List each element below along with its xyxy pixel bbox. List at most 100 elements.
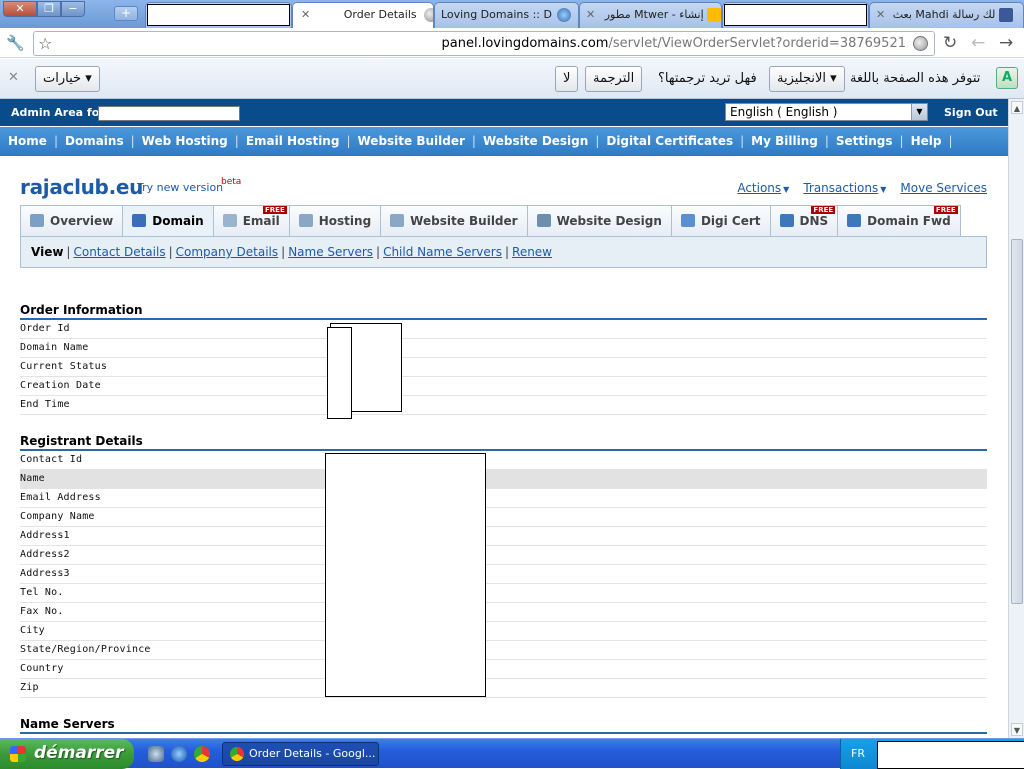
source-language-select[interactable]: الانجليزية ▾ <box>769 66 845 92</box>
redacted-area <box>98 106 240 121</box>
main-nav-items: Home | Domains | Web Hosting | Email Hosting | W… <box>8 134 960 148</box>
translate-options-button[interactable]: خيارات ▾ <box>35 66 100 92</box>
browser-tab-loving-domains[interactable]: Loving Domains :: D <box>434 2 579 28</box>
tab-dns[interactable]: DNS FREE <box>769 205 839 236</box>
transactions-menu[interactable]: Transactions ▼ <box>803 181 886 195</box>
tab-website-design[interactable]: Website Design <box>526 205 672 236</box>
scroll-down-icon[interactable]: ▼ <box>1011 723 1023 736</box>
subnav-company-details[interactable]: Company Details <box>176 245 279 259</box>
start-button[interactable]: démarrer <box>0 739 134 769</box>
address-bar[interactable]: ☆ panel.lovingdomains.com/servlet/ViewOr… <box>33 31 935 56</box>
field-label: State/Region/Province <box>20 644 151 655</box>
nav-item-home[interactable]: Home <box>8 134 47 148</box>
tab-label: Domain <box>152 214 204 228</box>
nav-item-settings[interactable]: Settings <box>836 134 893 148</box>
field-row: End Time <box>20 396 987 415</box>
domain-icon <box>132 214 147 227</box>
nav-item-digital-certificates[interactable]: Digital Certificates <box>606 134 733 148</box>
tab-close-icon[interactable]: ✕ <box>301 8 310 21</box>
nav-item-website-builder[interactable]: Website Builder <box>358 134 465 148</box>
tab-email[interactable]: Email FREE <box>212 205 290 236</box>
nav-separator: | <box>824 134 829 148</box>
try-new-version-link[interactable]: Try new version <box>137 181 223 194</box>
nav-separator: | <box>234 134 239 148</box>
subnav-renew[interactable]: Renew <box>512 245 552 259</box>
internet-explorer-icon[interactable] <box>171 746 187 762</box>
field-row: Company Name <box>20 508 987 527</box>
reload-icon[interactable]: ↻ <box>943 33 957 53</box>
field-label: Name <box>20 473 45 484</box>
tab-overview[interactable]: Overview <box>20 205 124 236</box>
tab-website-builder[interactable]: Website Builder <box>380 205 528 236</box>
chevron-down-icon: ▼ <box>783 185 790 194</box>
tab-title: Loving Domains :: D <box>441 8 552 21</box>
field-label: Tel No. <box>20 587 64 598</box>
actions-menu[interactable]: Actions ▼ <box>737 181 789 195</box>
new-tab-button[interactable]: + <box>114 6 138 21</box>
tab-close-icon[interactable]: ✕ <box>876 8 885 21</box>
translate-no-button[interactable]: لا <box>555 66 579 92</box>
field-label: Address3 <box>20 568 70 579</box>
field-label: End Time <box>20 399 70 410</box>
translate-button[interactable]: الترجمة <box>585 66 643 92</box>
nav-item-email-hosting[interactable]: Email Hosting <box>246 134 340 148</box>
window-minimize-button[interactable]: − <box>61 1 85 17</box>
tab-domain-fwd[interactable]: Domain Fwd FREE <box>837 205 961 236</box>
subnav-child-name-servers[interactable]: Child Name Servers <box>383 245 502 259</box>
tab-domain[interactable]: Domain <box>122 205 214 236</box>
tab-digi-cert[interactable]: Digi Cert <box>670 205 771 236</box>
taskbar-chrome-window[interactable]: Order Details - Googl... <box>222 742 379 766</box>
tab-hosting[interactable]: Hosting <box>288 205 382 236</box>
wrench-icon[interactable]: 🔧 <box>6 34 25 52</box>
field-label: Creation Date <box>20 380 101 391</box>
sign-out-link[interactable]: Sign Out <box>944 106 998 119</box>
window-close-button[interactable]: ✕ <box>3 1 37 17</box>
facebook-icon <box>998 8 1013 22</box>
browser-tab[interactable] <box>722 2 869 28</box>
actions-label: Actions <box>737 181 782 195</box>
page-info-icon[interactable] <box>913 36 928 51</box>
scrollbar-thumb[interactable] <box>1011 239 1023 604</box>
page-title: rajaclub.eu <box>20 175 144 199</box>
main-nav: Home | Domains | Web Hosting | Email Hosting | W… <box>0 127 1008 156</box>
tab-close-icon[interactable]: ✕ <box>586 8 595 21</box>
tab-title: مطور Mtwer - إنشاء <box>604 8 704 21</box>
subnav-view[interactable]: View <box>31 245 63 259</box>
tab-label: Website Builder <box>410 214 518 228</box>
window-maximize-button[interactable]: ❐ <box>37 1 61 17</box>
close-icon[interactable]: ✕ <box>8 70 19 85</box>
field-row: Contact Id <box>20 451 987 470</box>
free-badge: FREE <box>811 206 836 214</box>
subnav-contact-details[interactable]: Contact Details <box>73 245 165 259</box>
field-label: City <box>20 625 45 636</box>
field-row: Address1 <box>20 527 987 546</box>
browser-tab-facebook[interactable]: ✕ بعث Mahdi لك رسالة <box>869 2 1024 28</box>
move-services-link[interactable]: Move Services <box>900 181 987 195</box>
input-language-indicator[interactable]: FR <box>851 747 865 760</box>
domain-fwd-icon <box>847 214 862 227</box>
back-icon[interactable]: ← <box>971 33 985 53</box>
browser-tab-mtwer[interactable]: ✕ مطور Mtwer - إنشاء <box>579 2 722 28</box>
outlook-icon[interactable] <box>148 746 164 762</box>
field-row: Country <box>20 660 987 679</box>
window-controls: ✕ ❐ − <box>3 1 85 17</box>
chrome-icon[interactable] <box>194 746 210 762</box>
field-row: Zip <box>20 679 987 698</box>
tab-label: Website Design <box>556 214 662 228</box>
bookmark-star-icon[interactable]: ☆ <box>38 34 52 53</box>
nav-item-domains[interactable]: Domains <box>65 134 124 148</box>
browser-tab-order-details[interactable]: ✕ Order Details <box>292 2 434 28</box>
scroll-up-icon[interactable]: ▲ <box>1011 101 1023 114</box>
nav-item-help[interactable]: Help <box>911 134 942 148</box>
nav-item-my-billing[interactable]: My Billing <box>751 134 818 148</box>
forward-icon[interactable]: → <box>999 33 1013 53</box>
nav-item-website-design[interactable]: Website Design <box>483 134 588 148</box>
language-select[interactable]: English ( English ) ▼ <box>725 103 928 121</box>
transactions-label: Transactions <box>803 181 879 195</box>
page-scrollbar[interactable]: ▲ ▼ <box>1008 99 1024 738</box>
name-servers-heading: Name Servers <box>20 717 987 734</box>
nav-item-web-hosting[interactable]: Web Hosting <box>142 134 228 148</box>
subnav-name-servers[interactable]: Name Servers <box>288 245 373 259</box>
field-label: Fax No. <box>20 606 64 617</box>
browser-tab[interactable] <box>145 2 292 28</box>
